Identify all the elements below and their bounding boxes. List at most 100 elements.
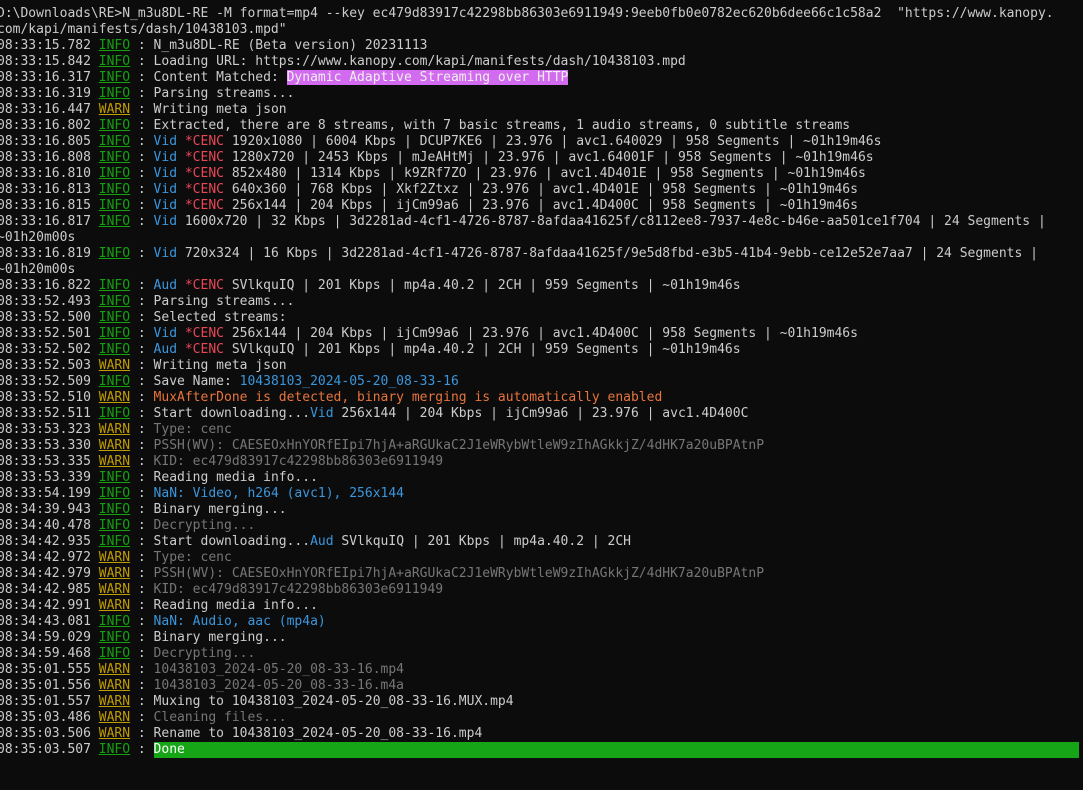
log-line: 08:34:39.943 INFO : Binary merging... bbox=[0, 502, 1080, 518]
log-level: INFO bbox=[98, 310, 131, 325]
log-line: 08:34:43.081 INFO : NaN: Audio, aac (mp4… bbox=[0, 614, 1080, 630]
log-highlight: Dynamic Adaptive Streaming over HTTP bbox=[286, 70, 569, 85]
log-line: 08:34:59.468 INFO : Decrypting... bbox=[0, 646, 1080, 662]
log-message: SVlkquIQ | 201 Kbps | mp4a.40.2 | 2CH bbox=[341, 534, 631, 549]
log-line: 08:33:53.339 INFO : Reading media info..… bbox=[0, 470, 1080, 486]
log-message: NaN: Video, h264 (avc1), 256x144 bbox=[153, 486, 404, 501]
log-message: 1280x720 | 2453 Kbps | mJeAHtMj | 23.976… bbox=[231, 150, 874, 165]
log-line: 08:33:16.813 INFO : Vid *CENC 640x360 | … bbox=[0, 182, 1080, 198]
log-timestamp: 08:34:43.081 bbox=[0, 614, 91, 629]
log-timestamp: 08:33:16.822 bbox=[0, 278, 91, 293]
log-level: WARN bbox=[98, 438, 131, 453]
log-timestamp: 08:34:39.943 bbox=[0, 502, 91, 517]
log-level: WARN bbox=[98, 566, 131, 581]
log-line: 08:33:53.323 WARN : Type: cenc bbox=[0, 422, 1080, 438]
command-line-1: D:\Downloads\RE>N_m3u8DL-RE -M format=mp… bbox=[0, 6, 1054, 21]
log-timestamp: 08:33:16.813 bbox=[0, 182, 91, 197]
log-message: Loading URL: https://www.kanopy.com/kapi… bbox=[153, 54, 686, 69]
log-level: INFO bbox=[98, 182, 131, 197]
log-level: INFO bbox=[98, 118, 131, 133]
log-timestamp: 08:33:16.815 bbox=[0, 198, 91, 213]
log-timestamp: 08:34:42.972 bbox=[0, 550, 91, 565]
log-message: 10438103_2024-05-20_08-33-16.m4a bbox=[153, 678, 404, 693]
log-timestamp: 08:33:53.330 bbox=[0, 438, 91, 453]
stream-type: Vid bbox=[153, 214, 178, 229]
encryption-tag: *CENC bbox=[184, 198, 224, 213]
stream-type: Vid bbox=[153, 182, 178, 197]
log-message: KID: ec479d83917c42298bb86303e6911949 bbox=[153, 582, 444, 597]
log-timestamp: 08:34:42.985 bbox=[0, 582, 91, 597]
log-level: WARN bbox=[98, 662, 131, 677]
log-timestamp: 08:33:16.817 bbox=[0, 214, 91, 229]
log-message: PSSH(WV): CAESEOxHnYORfEIpi7hjA+aRGUkaC2… bbox=[153, 566, 765, 581]
log-line: 08:33:52.500 INFO : Selected streams: bbox=[0, 310, 1080, 326]
stream-type: Aud bbox=[310, 534, 334, 549]
log-prefix: Start downloading... bbox=[153, 534, 311, 549]
command-line-2: com/kapi/manifests/dash/10438103.mpd" bbox=[0, 22, 287, 37]
log-message: 852x480 | 1314 Kbps | k9ZRf7ZO | 23.976 … bbox=[231, 166, 866, 181]
log-message: Writing meta json bbox=[153, 358, 287, 373]
log-line: 08:33:52.511 INFO : Start downloading...… bbox=[0, 406, 1080, 422]
log-line: 08:33:16.319 INFO : Parsing streams... bbox=[0, 86, 1080, 102]
log-line: 08:34:42.985 WARN : KID: ec479d83917c422… bbox=[0, 582, 1080, 598]
log-level: INFO bbox=[98, 278, 131, 293]
log-timestamp: 08:33:52.503 bbox=[0, 358, 91, 373]
log-level: INFO bbox=[98, 342, 131, 357]
log-message: 640x360 | 768 Kbps | Xkf2Ztxz | 23.976 |… bbox=[231, 182, 858, 197]
log-timestamp: 08:33:16.808 bbox=[0, 150, 91, 165]
log-level: INFO bbox=[98, 534, 131, 549]
log-message: Binary merging... bbox=[153, 630, 287, 645]
log-timestamp: 08:33:52.502 bbox=[0, 342, 91, 357]
log-message: 10438103_2024-05-20_08-33-16 bbox=[239, 374, 459, 389]
stream-type: Vid bbox=[153, 198, 178, 213]
stream-type: Vid bbox=[153, 166, 178, 181]
terminal-window[interactable]: D:\Downloads\RE>N_m3u8DL-RE -M format=mp… bbox=[0, 0, 1083, 790]
log-line: 08:33:16.802 INFO : Extracted, there are… bbox=[0, 118, 1080, 134]
log-timestamp: 08:35:03.486 bbox=[0, 710, 91, 725]
log-level: INFO bbox=[98, 742, 131, 757]
log-line: 08:35:01.557 WARN : Muxing to 10438103_2… bbox=[0, 694, 1080, 710]
log-timestamp: 08:33:16.319 bbox=[0, 86, 91, 101]
log-line: 08:33:16.815 INFO : Vid *CENC 256x144 | … bbox=[0, 198, 1080, 214]
encryption-tag: *CENC bbox=[184, 166, 224, 181]
stream-type: Aud bbox=[153, 278, 178, 293]
log-timestamp: 08:35:03.506 bbox=[0, 726, 91, 741]
log-message: Selected streams: bbox=[153, 310, 287, 325]
log-level: WARN bbox=[98, 454, 131, 469]
log-level: INFO bbox=[98, 70, 131, 85]
log-level: INFO bbox=[98, 374, 131, 389]
log-line: 08:33:16.805 INFO : Vid *CENC 1920x1080 … bbox=[0, 134, 1080, 150]
log-message: Reading media info... bbox=[153, 598, 318, 613]
log-line: 08:33:52.510 WARN : MuxAfterDone is dete… bbox=[0, 390, 1080, 406]
log-level: INFO bbox=[98, 406, 131, 421]
log-timestamp: 08:34:42.991 bbox=[0, 598, 91, 613]
log-message: ~01h20m00s bbox=[0, 230, 76, 245]
stream-type: Aud bbox=[153, 342, 178, 357]
log-timestamp: 08:35:03.507 bbox=[0, 742, 91, 757]
log-level: INFO bbox=[98, 502, 131, 517]
log-timestamp: 08:34:40.478 bbox=[0, 518, 91, 533]
log-timestamp: 08:33:52.510 bbox=[0, 390, 91, 405]
log-timestamp: 08:34:42.935 bbox=[0, 534, 91, 549]
log-line: 08:33:52.509 INFO : Save Name: 10438103_… bbox=[0, 374, 1080, 390]
encryption-tag: *CENC bbox=[184, 150, 224, 165]
log-line: 08:34:59.029 INFO : Binary merging... bbox=[0, 630, 1080, 646]
log-line-wrap: ~01h20m00s bbox=[0, 230, 1080, 246]
log-message: Rename to 10438103_2024-05-20_08-33-16.m… bbox=[153, 726, 483, 741]
log-line-wrap: ~01h20m00s bbox=[0, 262, 1080, 278]
log-line: 08:33:54.199 INFO : NaN: Video, h264 (av… bbox=[0, 486, 1080, 502]
log-message: Type: cenc bbox=[153, 422, 232, 437]
log-level: WARN bbox=[98, 726, 131, 741]
log-level: INFO bbox=[98, 614, 131, 629]
log-line: 08:34:42.935 INFO : Start downloading...… bbox=[0, 534, 1080, 550]
log-message: NaN: Audio, aac (mp4a) bbox=[153, 614, 326, 629]
log-message: Decrypting... bbox=[153, 518, 256, 533]
log-line: 08:34:42.979 WARN : PSSH(WV): CAESEOxHnY… bbox=[0, 566, 1080, 582]
log-line: 08:33:16.810 INFO : Vid *CENC 852x480 | … bbox=[0, 166, 1080, 182]
log-message: PSSH(WV): CAESEOxHnYORfEIpi7hjA+aRGUkaC2… bbox=[153, 438, 765, 453]
log-line: 08:35:03.507 INFO : Done bbox=[0, 742, 1080, 758]
log-message: Extracted, there are 8 streams, with 7 b… bbox=[153, 118, 851, 133]
log-message: Parsing streams... bbox=[153, 86, 295, 101]
log-timestamp: 08:33:53.323 bbox=[0, 422, 91, 437]
log-timestamp: 08:33:52.511 bbox=[0, 406, 91, 421]
